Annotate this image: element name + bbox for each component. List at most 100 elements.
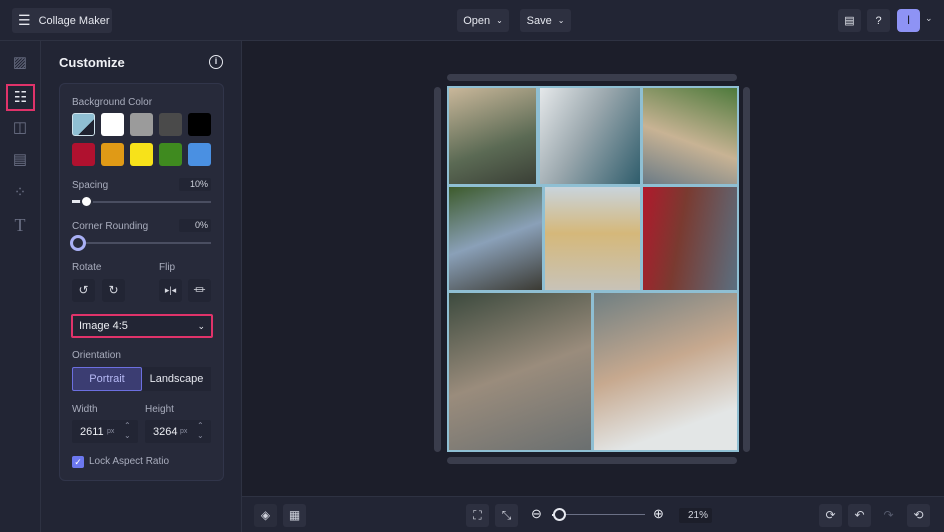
replace-button[interactable]: ⟳ (819, 504, 842, 527)
color-swatch[interactable] (188, 113, 211, 136)
zoom-slider-handle[interactable] (552, 508, 566, 521)
height-stepper-icon[interactable]: ⌃ ⌄ (197, 421, 204, 441)
landscape-button[interactable]: Landscape (142, 367, 211, 391)
collage-photo[interactable] (594, 293, 737, 450)
save-label: Save (526, 14, 552, 27)
zoom-value[interactable]: 21% (679, 508, 712, 523)
history-button[interactable]: ⟲ (907, 504, 930, 527)
portrait-button[interactable]: Portrait (72, 367, 142, 391)
help-button[interactable]: ? (867, 9, 890, 32)
color-swatch[interactable] (72, 113, 95, 136)
grid-button[interactable]: ▦ (283, 504, 306, 527)
layers-icon: ◈ (260, 508, 271, 522)
lock-aspect-checkbox[interactable]: ✓ (72, 456, 84, 468)
height-input[interactable]: 3264 px ⌃ ⌄ (145, 420, 211, 443)
color-swatch[interactable] (101, 143, 124, 166)
text-icon[interactable]: T (9, 214, 31, 236)
color-swatch[interactable] (130, 143, 153, 166)
color-swatch[interactable] (101, 113, 124, 136)
height-label: Height (145, 404, 174, 415)
redo-button[interactable]: ↷ (877, 504, 900, 527)
graphics-icon[interactable]: ⁘ (9, 182, 31, 204)
width-stepper-icon[interactable]: ⌃ ⌄ (124, 421, 131, 441)
collage-photo[interactable] (540, 88, 640, 184)
spacing-label: Spacing (72, 180, 109, 191)
flip-vertical-button[interactable]: ⏛ (188, 279, 211, 302)
chevron-down-icon[interactable]: ⌄ (925, 13, 933, 24)
color-swatch[interactable] (72, 143, 95, 166)
color-swatch[interactable] (159, 113, 182, 136)
size-preset-value: Image 4:5 (79, 320, 128, 332)
expand-icon: ⛶ (473, 508, 482, 522)
corner-rounding-slider-handle[interactable] (70, 235, 86, 251)
customize-icon[interactable]: ☷ (6, 84, 35, 111)
height-unit: px (180, 428, 188, 435)
chevron-down-icon: ⌄ (197, 320, 205, 331)
flip-label: Flip (159, 262, 176, 273)
collage-photo[interactable] (643, 187, 737, 290)
flip-horizontal-button[interactable]: ▸|◂ (159, 279, 182, 302)
collage-photo[interactable] (449, 187, 542, 290)
grid-icon: ▦ (288, 508, 301, 522)
width-label: Width (72, 404, 98, 415)
zoom-in-icon[interactable]: ⊕ (653, 506, 664, 522)
rotate-right-button[interactable]: ↻ (102, 279, 125, 302)
avatar[interactable]: I (897, 9, 920, 32)
collage-photo[interactable] (449, 88, 536, 184)
chevron-down-icon: ⌄ (496, 16, 503, 25)
rotate-right-icon: ↻ (108, 283, 119, 297)
spacing-slider-handle[interactable] (79, 195, 93, 208)
rotate-left-button[interactable]: ↺ (72, 279, 95, 302)
resize-handle-left[interactable] (434, 87, 441, 452)
collage-photo[interactable] (545, 187, 640, 290)
resize-handle-right[interactable] (743, 87, 750, 452)
resize-handle-top[interactable] (447, 74, 737, 81)
width-value: 2611 (80, 426, 104, 438)
image-icon[interactable]: ▨ (9, 52, 31, 74)
resize-handle-bottom[interactable] (447, 457, 737, 464)
info-icon[interactable]: i (209, 55, 223, 69)
orientation-label: Orientation (72, 350, 121, 361)
hamburger-icon: ☰ (18, 12, 31, 28)
collage[interactable] (447, 86, 739, 452)
refresh-icon: ⟳ (825, 508, 836, 522)
flip-horizontal-icon: ▸|◂ (164, 285, 177, 295)
zoom-out-icon[interactable]: ⊖ (531, 506, 542, 522)
size-preset-dropdown[interactable]: Image 4:5 ⌄ (71, 314, 213, 338)
app-title: Collage Maker (38, 14, 110, 27)
fit-screen-button[interactable]: ⛶ (466, 504, 489, 527)
corner-rounding-value[interactable]: 0% (179, 219, 211, 232)
color-swatch[interactable] (188, 143, 211, 166)
rotate-left-icon: ↺ (78, 283, 89, 297)
history-icon: ⟲ (913, 508, 924, 522)
collage-photo[interactable] (449, 293, 591, 450)
comment-button[interactable]: ▤ (838, 9, 861, 32)
rotate-label: Rotate (72, 262, 102, 273)
layers-button[interactable]: ◈ (254, 504, 277, 527)
open-label: Open (463, 14, 491, 27)
zoom-slider[interactable] (552, 514, 645, 515)
width-unit: px (107, 428, 115, 435)
open-button[interactable]: Open ⌄ (457, 9, 509, 32)
width-input[interactable]: 2611 px ⌃ ⌄ (72, 420, 138, 443)
lock-aspect-label: Lock Aspect Ratio (89, 456, 170, 467)
save-button[interactable]: Save ⌄ (520, 9, 571, 32)
collapse-icon: ⤡ (501, 508, 512, 522)
color-swatches (72, 113, 212, 166)
bottom-toolbar: ◈ ▦ ⛶ ⤡ ⊖ ⊕ 21% ⟳ ↶ ↷ ⟲ (242, 496, 944, 532)
corner-rounding-slider[interactable] (72, 242, 211, 244)
top-bar: ☰ Collage Maker Open ⌄ Save ⌄ ▤ ? I ⌄ (0, 0, 944, 41)
layout-icon[interactable]: ◫ (9, 117, 31, 139)
main-menu-button[interactable]: ☰ Collage Maker (12, 8, 112, 33)
spacing-value[interactable]: 10% (179, 178, 211, 191)
background-icon[interactable]: ▤ (9, 149, 31, 171)
color-swatch[interactable] (159, 143, 182, 166)
comment-icon: ▤ (844, 15, 855, 27)
flip-vertical-icon: ⏛ (193, 283, 206, 297)
collage-photo[interactable] (643, 88, 737, 184)
color-swatch[interactable] (130, 113, 153, 136)
tool-rail: ▨ ☷ ◫ ▤ ⁘ T (0, 41, 41, 532)
shrink-button[interactable]: ⤡ (495, 504, 518, 527)
undo-button[interactable]: ↶ (848, 504, 871, 527)
undo-icon: ↶ (854, 508, 865, 522)
